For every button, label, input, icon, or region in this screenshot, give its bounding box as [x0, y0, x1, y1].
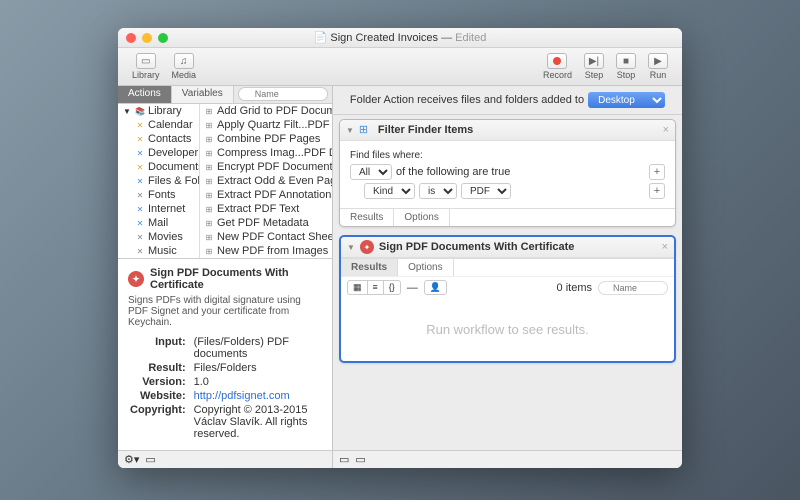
view-mode-segment[interactable]: ▦≡{} — [347, 280, 401, 295]
category-list[interactable]: ▼📚Library ✕Calendar ✕Contacts ✕Developer… — [118, 104, 200, 258]
window-title: 📄 Sign Created Invoices — Edited — [118, 31, 682, 44]
results-tab[interactable]: Results — [341, 259, 398, 276]
library-toggle[interactable]: ▭Library — [126, 51, 166, 82]
media-toggle[interactable]: ♫Media — [166, 51, 203, 82]
folder-action-header: Folder Action receives files and folders… — [333, 86, 682, 115]
item-count: 0 items — [557, 282, 592, 294]
value-select[interactable]: PDF — [461, 183, 511, 199]
cert-icon: ✦ — [128, 271, 144, 287]
results-tab[interactable]: Results — [340, 209, 394, 226]
options-tab[interactable]: Options — [398, 259, 453, 276]
step-button[interactable]: ▶|Step — [578, 51, 610, 82]
all-select[interactable]: All — [350, 164, 392, 180]
finder-icon: ⊞ — [359, 123, 373, 137]
run-button[interactable]: ▶Run — [642, 51, 674, 82]
left-statusbar: ⚙︎▾ ▭ — [118, 450, 332, 468]
cert-icon: ✦ — [360, 240, 374, 254]
library-panel: Actions Variables ▼📚Library ✕Calendar ✕C… — [118, 86, 333, 468]
toolbar: ▭Library ♫Media Record ▶|Step ■Stop ▶Run — [118, 48, 682, 86]
tab-variables[interactable]: Variables — [172, 86, 234, 103]
right-statusbar: ▭ ▭ — [333, 450, 682, 468]
disclosure-icon[interactable]: ▼ — [347, 243, 355, 252]
action-info: ✦Sign PDF Documents With Certificate Sig… — [118, 258, 332, 450]
options-tab[interactable]: Options — [394, 209, 449, 226]
close-icon[interactable]: × — [663, 124, 669, 136]
record-button[interactable]: Record — [537, 51, 578, 82]
workflow-panel: Folder Action receives files and folders… — [333, 86, 682, 468]
tab-actions[interactable]: Actions — [118, 86, 172, 103]
results-search[interactable] — [598, 281, 668, 295]
folder-select[interactable]: Desktop — [588, 92, 665, 108]
automator-window: 📄 Sign Created Invoices — Edited ▭Librar… — [118, 28, 682, 468]
view-icon[interactable]: ▭ — [339, 453, 349, 466]
results-placeholder: Run workflow to see results. — [341, 298, 674, 361]
add-condition-button[interactable]: + — [649, 183, 665, 199]
close-icon[interactable]: × — [662, 241, 668, 253]
kind-select[interactable]: Kind — [364, 183, 415, 199]
workflow-icon[interactable]: ▭ — [145, 453, 155, 466]
filter-finder-action[interactable]: ▼ ⊞ Filter Finder Items × Find files whe… — [339, 119, 676, 227]
titlebar: 📄 Sign Created Invoices — Edited — [118, 28, 682, 48]
gear-icon[interactable]: ⚙︎▾ — [124, 453, 139, 466]
user-segment[interactable]: 👤 — [424, 280, 447, 295]
sign-pdf-action[interactable]: ▼ ✦ Sign PDF Documents With Certificate … — [339, 235, 676, 363]
disclosure-icon[interactable]: ▼ — [346, 126, 354, 135]
view-icon2[interactable]: ▭ — [355, 453, 365, 466]
library-search[interactable] — [238, 87, 328, 101]
stop-button[interactable]: ■Stop — [610, 51, 642, 82]
website-link[interactable]: http://pdfsignet.com — [194, 390, 290, 402]
is-select[interactable]: is — [419, 183, 457, 199]
actions-list[interactable]: ⊞Add Grid to PDF Documents ⊞Apply Quartz… — [200, 104, 332, 258]
add-rule-button[interactable]: + — [649, 164, 665, 180]
